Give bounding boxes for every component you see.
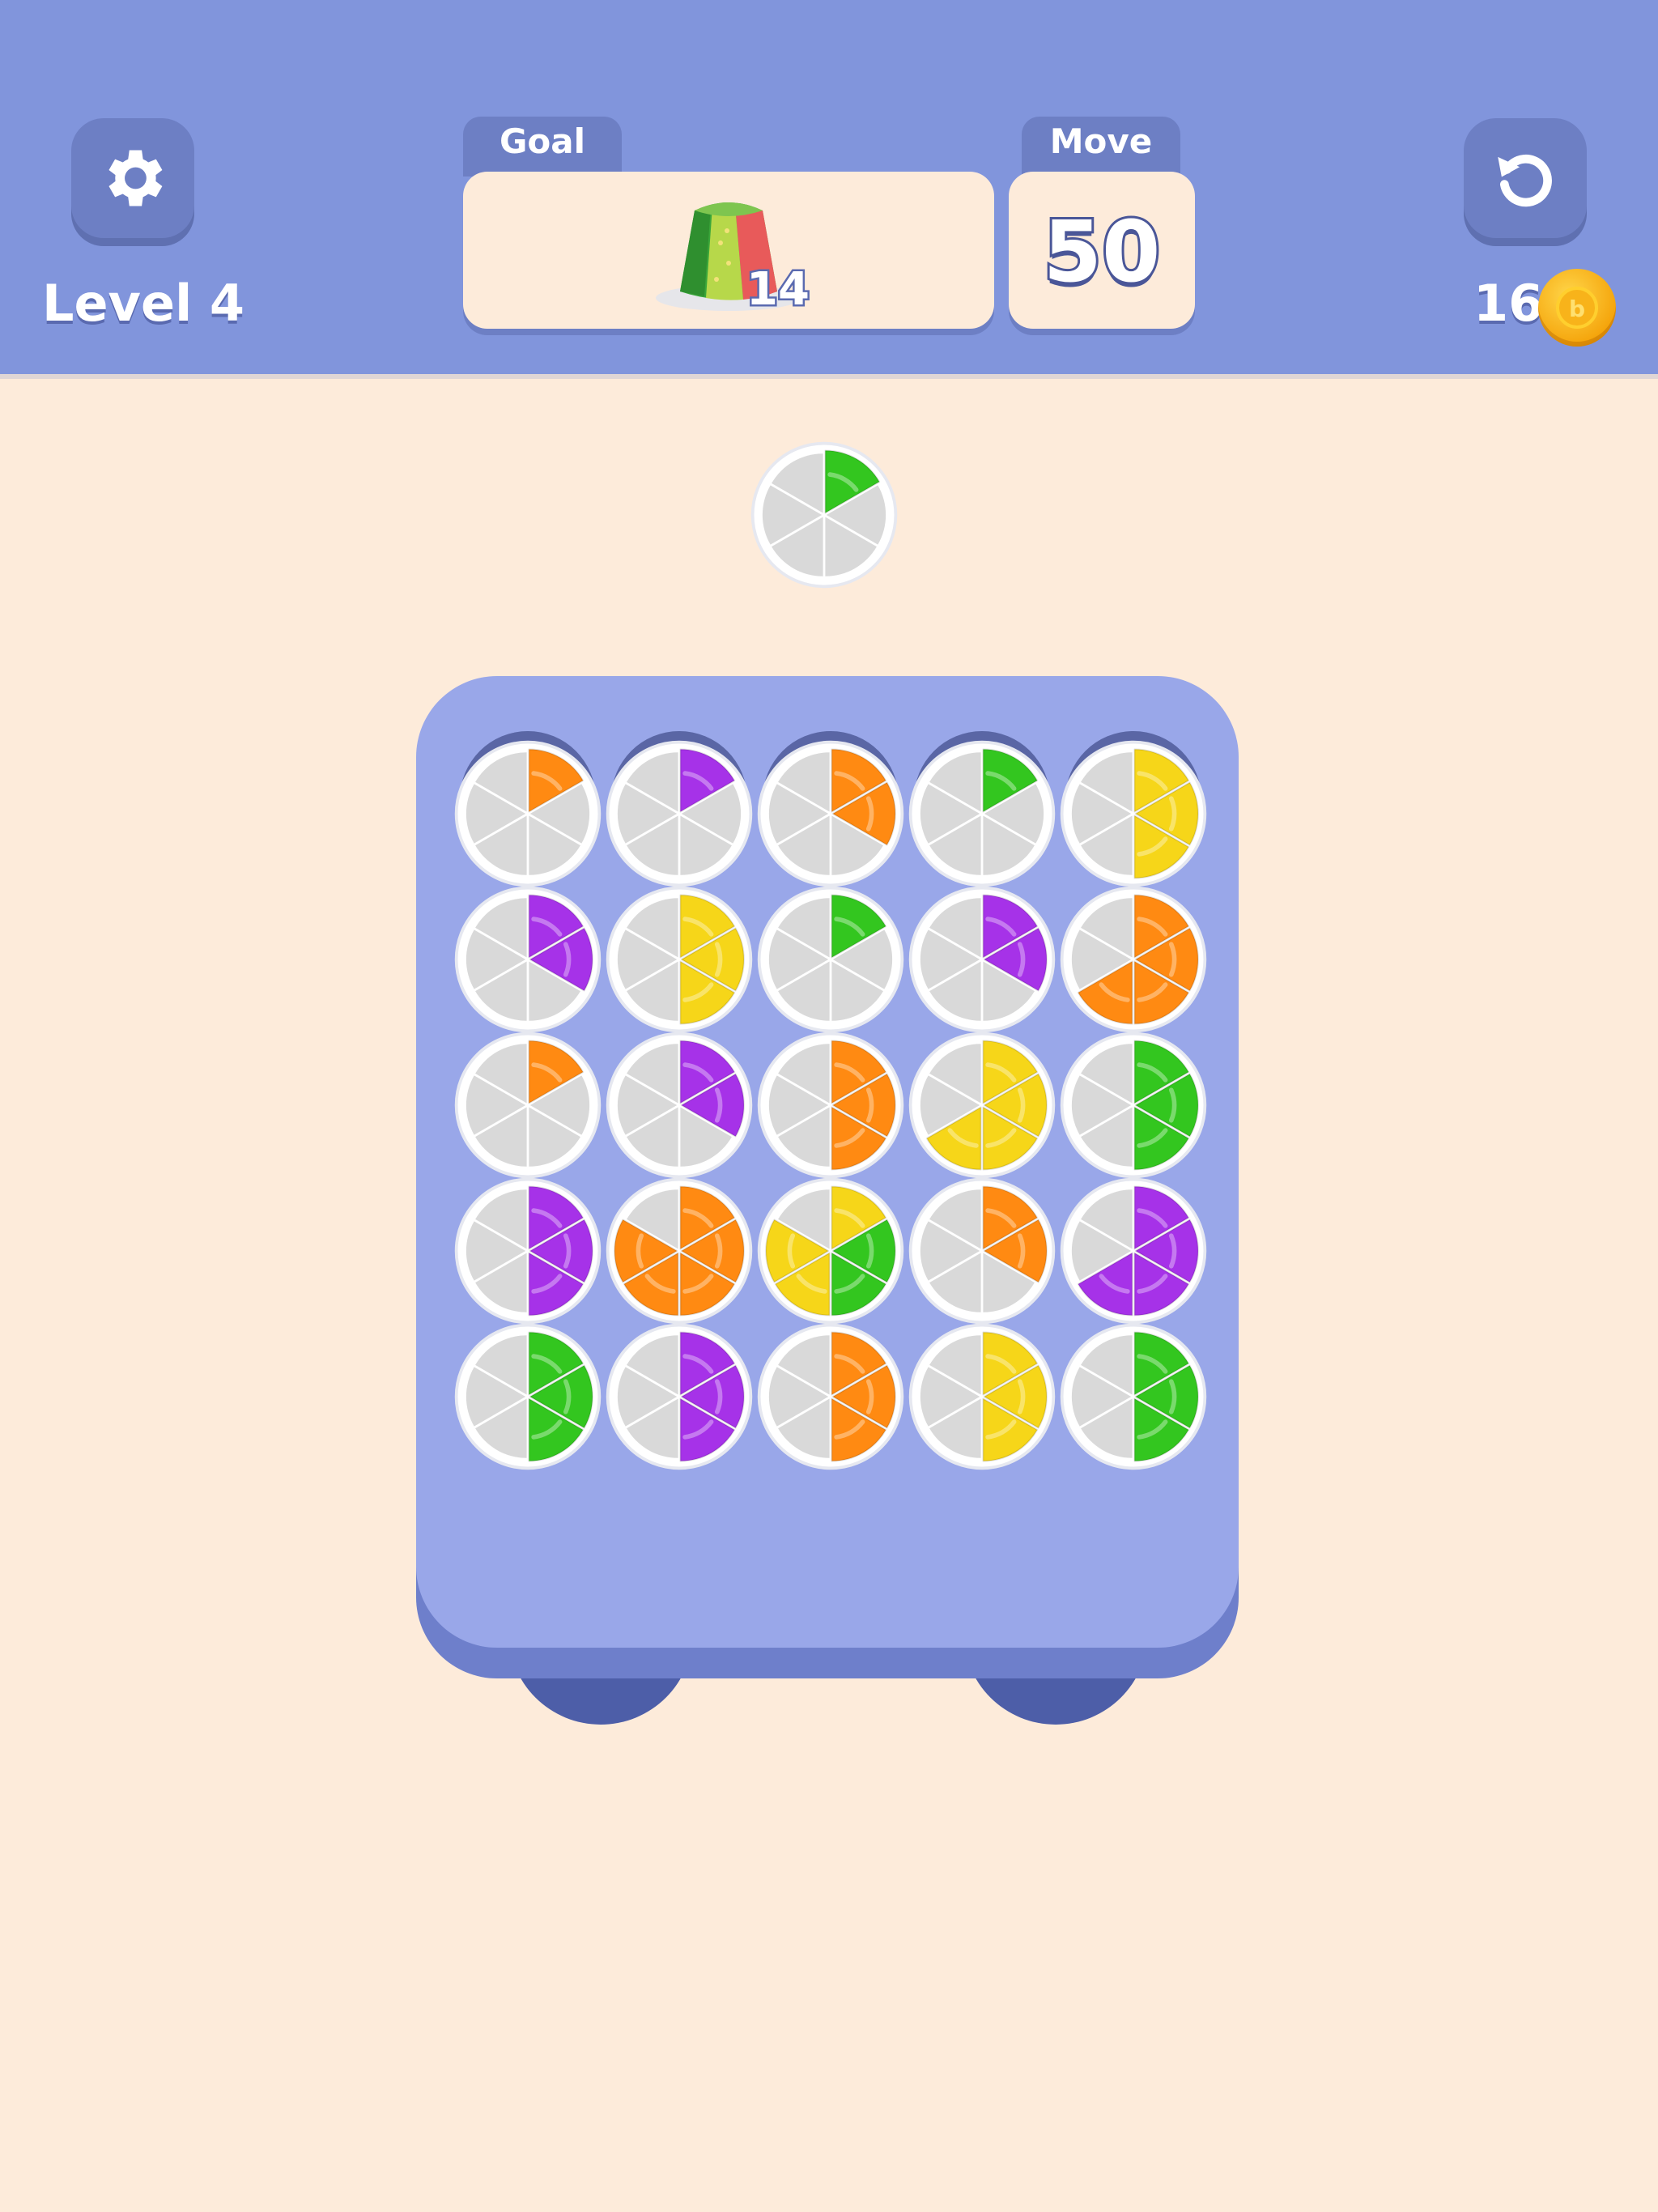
- board-plate[interactable]: [603, 1321, 755, 1473]
- board-plate[interactable]: [452, 1175, 604, 1327]
- move-card: 50: [1009, 172, 1195, 329]
- board-plate[interactable]: [603, 1029, 755, 1181]
- coin-icon: b: [1538, 269, 1616, 347]
- gear-icon: [108, 150, 163, 206]
- board-plate[interactable]: [755, 1321, 907, 1473]
- board-plate[interactable]: [906, 1321, 1058, 1473]
- level-label: Level 4: [42, 274, 244, 333]
- goal-tab: Goal: [463, 117, 622, 177]
- board-plate[interactable]: [1057, 1029, 1209, 1181]
- goal-card: 14: [463, 172, 994, 329]
- board-plate[interactable]: [1057, 1175, 1209, 1327]
- board-plate[interactable]: [452, 738, 604, 890]
- goal-count: 14: [745, 262, 812, 318]
- move-tab: Move: [1022, 117, 1180, 177]
- board-plate[interactable]: [1057, 1321, 1209, 1473]
- board-plate[interactable]: [603, 883, 755, 1036]
- board-plate[interactable]: [1057, 883, 1209, 1036]
- move-count: 50: [1041, 200, 1163, 304]
- board-plate[interactable]: [906, 738, 1058, 890]
- board-plate[interactable]: [755, 883, 907, 1036]
- board-plate[interactable]: [603, 1175, 755, 1327]
- board-plate[interactable]: [906, 883, 1058, 1036]
- board-plate[interactable]: [906, 1175, 1058, 1327]
- board-plate[interactable]: [603, 738, 755, 890]
- next-plate[interactable]: [748, 439, 900, 591]
- board-plate[interactable]: [906, 1029, 1058, 1181]
- coin-count: 16: [1473, 274, 1544, 333]
- board-plate[interactable]: [1057, 738, 1209, 890]
- board-plate[interactable]: [452, 1321, 604, 1473]
- board-plate[interactable]: [755, 738, 907, 890]
- board-plate[interactable]: [452, 883, 604, 1036]
- board-plate[interactable]: [755, 1029, 907, 1181]
- game-board: [416, 676, 1239, 1648]
- settings-button[interactable]: [71, 118, 194, 238]
- board-plate[interactable]: [755, 1175, 907, 1327]
- board-plate[interactable]: [452, 1029, 604, 1181]
- restart-button[interactable]: [1464, 118, 1587, 238]
- restart-icon: [1498, 154, 1552, 207]
